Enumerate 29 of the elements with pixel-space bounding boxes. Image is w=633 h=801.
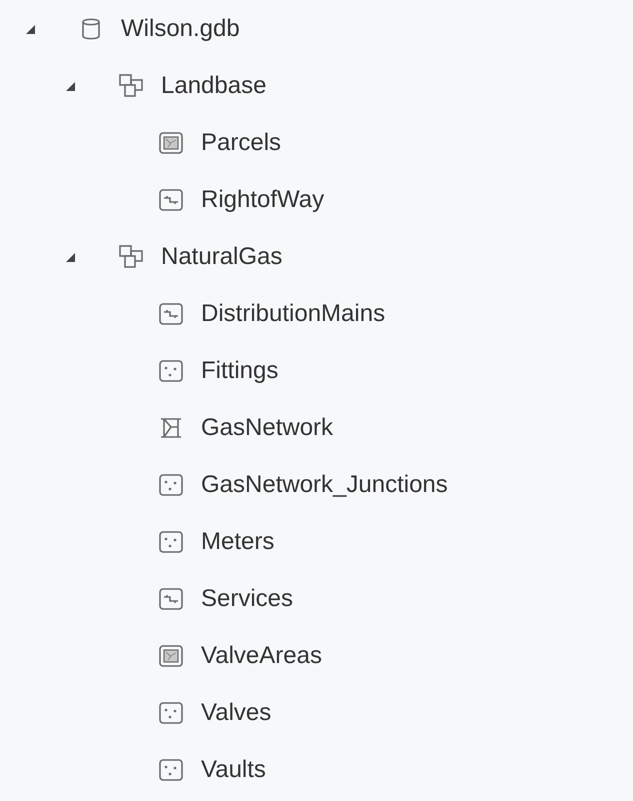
point-layer-icon	[158, 700, 184, 726]
tree-item-label[interactable]: RightofWay	[201, 182, 324, 218]
line-layer-icon	[158, 300, 184, 326]
tree-item-label[interactable]: Wilson.gdb	[121, 10, 240, 46]
point-layer-icon	[158, 756, 184, 782]
tree-item-label[interactable]: Parcels	[201, 124, 282, 160]
line-layer-icon	[158, 586, 184, 612]
point-layer-icon	[158, 358, 184, 384]
expanded-triangle-icon[interactable]	[24, 22, 36, 34]
stacked-squares-icon	[118, 244, 144, 270]
tree-item-label[interactable]: Meters	[201, 524, 274, 560]
point-layer-icon	[158, 472, 184, 498]
tree-item-label[interactable]: GasNetwork_Junctions	[201, 466, 448, 502]
tree-item-label[interactable]: GasNetwork	[201, 410, 334, 446]
expanded-triangle-icon[interactable]	[64, 80, 76, 92]
polygon-layer-icon	[158, 130, 184, 156]
stacked-squares-icon	[118, 72, 144, 98]
polygon-layer-icon	[158, 642, 184, 668]
point-layer-icon	[158, 528, 184, 554]
tree-item-label[interactable]: DistributionMains	[201, 296, 386, 332]
tree-item-label[interactable]: NaturalGas	[161, 238, 282, 274]
tree-item-label[interactable]: Vaults	[201, 752, 266, 788]
line-layer-icon	[158, 186, 184, 212]
tree-item-label[interactable]: Valves	[201, 694, 272, 730]
tree-item-label[interactable]: ValveAreas	[201, 638, 322, 674]
tree-item-label[interactable]: Services	[201, 580, 294, 616]
tree-item-label[interactable]: Fittings	[201, 352, 278, 388]
expanded-triangle-icon[interactable]	[64, 250, 76, 262]
tree-item-label[interactable]: Landbase	[161, 68, 266, 104]
